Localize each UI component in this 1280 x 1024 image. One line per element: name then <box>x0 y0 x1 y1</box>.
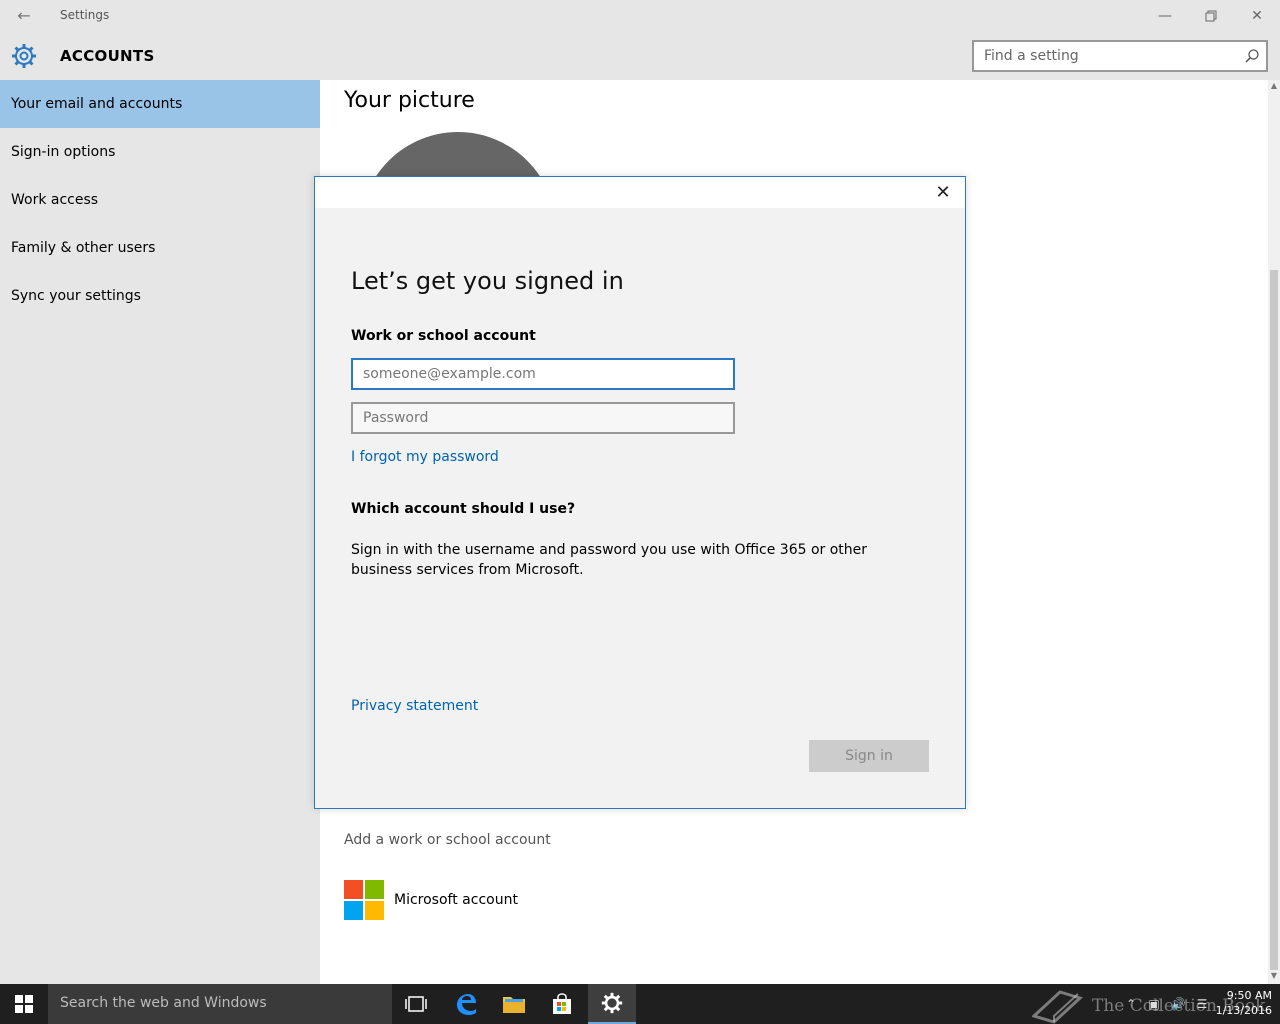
add-work-account-link[interactable]: Add a work or school account <box>344 832 551 848</box>
sign-in-dialog: ✕ Let’s get you signed in Work or school… <box>314 176 966 809</box>
action-center-icon[interactable]: ☰ <box>1190 997 1214 1011</box>
gear-icon <box>12 44 36 68</box>
email-field[interactable]: someone@example.com <box>351 358 735 390</box>
email-placeholder: someone@example.com <box>363 366 536 382</box>
folder-icon <box>503 997 525 1013</box>
microsoft-account-label: Microsoft account <box>394 892 518 908</box>
store-button[interactable] <box>538 984 586 1024</box>
picture-heading: Your picture <box>344 88 475 113</box>
book-icon <box>1032 990 1083 1024</box>
scroll-up-arrow-icon[interactable]: ▲ <box>1268 80 1280 92</box>
taskbar-search-placeholder: Search the web and Windows <box>60 995 267 1011</box>
sidebar-item-sync-settings[interactable]: Sync your settings <box>0 272 320 320</box>
password-field[interactable]: Password <box>351 402 735 434</box>
sidebar-item-label: Sign-in options <box>11 144 116 160</box>
sidebar-item-email-accounts[interactable]: Your email and accounts <box>0 80 320 128</box>
settings-taskbar-button[interactable] <box>588 984 636 1024</box>
gear-icon <box>601 992 623 1014</box>
edge-button[interactable] <box>442 984 490 1024</box>
privacy-statement-link[interactable]: Privacy statement <box>351 698 478 714</box>
sidebar-item-sign-in-options[interactable]: Sign-in options <box>0 128 320 176</box>
dialog-title: Let’s get you signed in <box>351 267 624 295</box>
sidebar-item-label: Work access <box>11 192 99 208</box>
task-view-button[interactable] <box>392 984 440 1024</box>
forgot-password-link[interactable]: I forgot my password <box>351 449 499 465</box>
title-bar: ← Settings — ✕ <box>0 0 1280 32</box>
sidebar-item-family-users[interactable]: Family & other users <box>0 224 320 272</box>
clock-date: 1/13/2016 <box>1215 1004 1272 1017</box>
password-placeholder: Password <box>363 410 429 426</box>
network-icon[interactable]: ▣ <box>1142 997 1166 1011</box>
scrollbar-thumb[interactable] <box>1270 270 1278 970</box>
sidebar-item-label: Sync your settings <box>11 288 141 304</box>
restore-button[interactable] <box>1188 0 1234 32</box>
sidebar-item-label: Family & other users <box>11 240 156 256</box>
taskbar: Search the web and Windows The Collectio… <box>0 984 1280 1024</box>
chevron-up-icon[interactable]: ⌃ <box>1120 997 1142 1011</box>
clock-time: 9:50 AM <box>1226 989 1272 1002</box>
sidebar-item-label: Your email and accounts <box>11 96 183 112</box>
store-icon <box>553 993 571 1014</box>
restore-icon <box>1205 10 1217 22</box>
page-header: ACCOUNTS Find a setting <box>0 32 1280 80</box>
section-title: ACCOUNTS <box>60 47 155 65</box>
file-explorer-button[interactable] <box>490 984 538 1024</box>
sign-in-button[interactable]: Sign in <box>809 740 929 772</box>
microsoft-account-item[interactable]: Microsoft account <box>344 880 518 920</box>
volume-icon[interactable]: 🔊 <box>1166 997 1190 1011</box>
window-title: Settings <box>60 8 110 22</box>
scrollbar[interactable]: ▲ ▼ <box>1268 80 1280 984</box>
account-description: Sign in with the username and password y… <box>351 542 868 578</box>
taskbar-search-box[interactable]: Search the web and Windows <box>48 984 392 1024</box>
account-type-label: Work or school account <box>351 328 536 344</box>
dialog-close-icon[interactable]: ✕ <box>933 183 953 203</box>
search-placeholder: Find a setting <box>984 48 1079 64</box>
search-input[interactable]: Find a setting <box>972 40 1268 72</box>
close-window-button[interactable]: ✕ <box>1234 0 1280 32</box>
sidebar: Your email and accounts Sign-in options … <box>0 80 320 984</box>
search-icon[interactable] <box>1244 48 1260 64</box>
which-account-heading: Which account should I use? <box>351 501 576 517</box>
clock[interactable]: 9:50 AM 1/13/2016 <box>1212 988 1272 1018</box>
system-tray: ⌃ ▣ 🔊 ☰ <box>1120 984 1214 1024</box>
start-button[interactable] <box>0 984 48 1024</box>
task-view-icon <box>405 996 427 1012</box>
dialog-title-bar <box>315 177 965 208</box>
back-arrow-icon[interactable]: ← <box>12 6 36 26</box>
edge-icon <box>457 994 476 1015</box>
scroll-down-arrow-icon[interactable]: ▼ <box>1268 970 1280 982</box>
windows-logo-icon <box>15 995 33 1013</box>
minimize-button[interactable]: — <box>1142 0 1188 32</box>
sidebar-item-work-access[interactable]: Work access <box>0 176 320 224</box>
microsoft-logo-icon <box>344 880 384 920</box>
